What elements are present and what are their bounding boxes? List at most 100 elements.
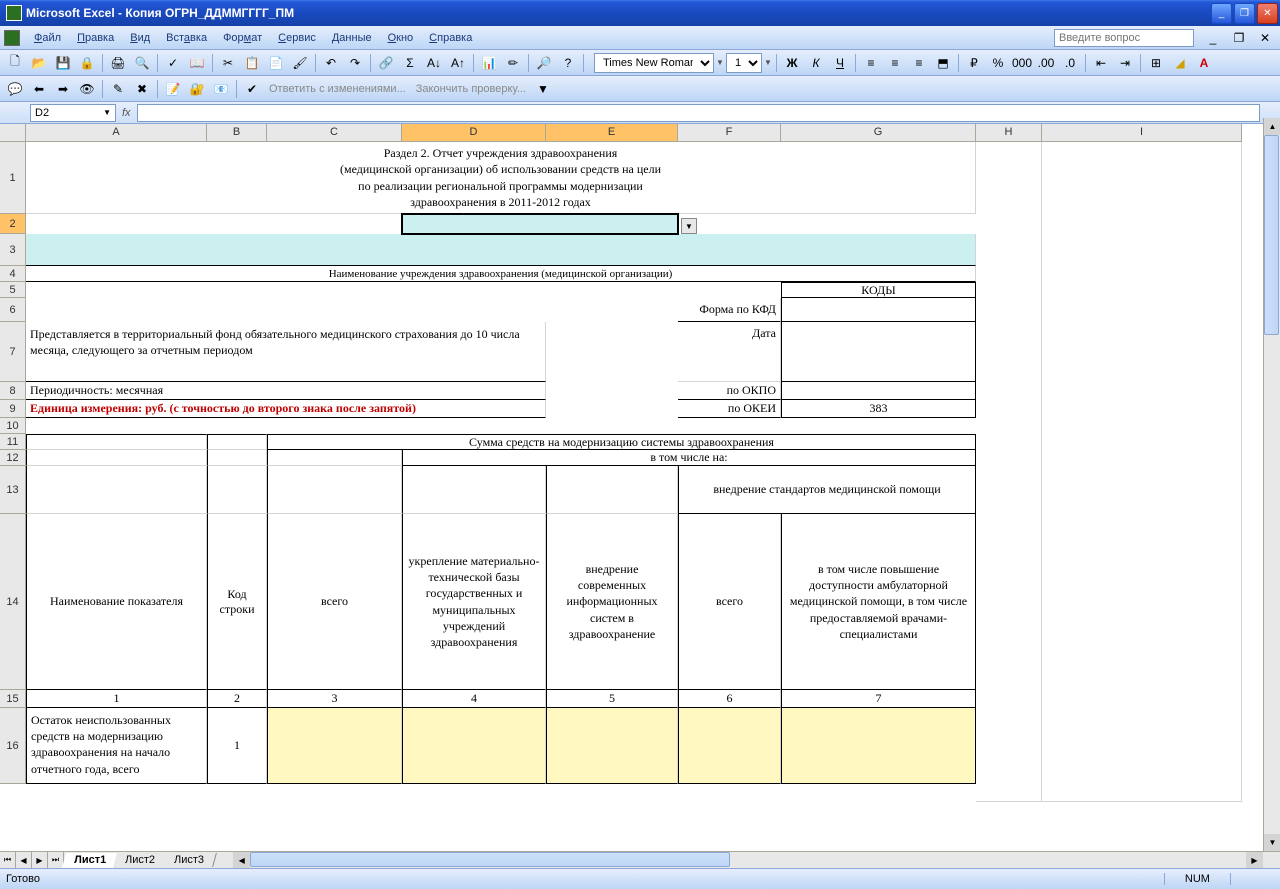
row-header-1[interactable]: 1	[0, 142, 26, 214]
minimize-button[interactable]: _	[1211, 3, 1232, 24]
cell-e13[interactable]	[546, 466, 678, 514]
cell-a11[interactable]	[26, 434, 207, 450]
cell-hdr-f[interactable]: всего	[678, 514, 781, 690]
select-all-corner[interactable]	[0, 124, 26, 142]
col-header-c[interactable]: C	[267, 124, 402, 142]
merge-icon[interactable]: ⬒	[932, 52, 954, 74]
cell-b16[interactable]: 1	[207, 708, 267, 784]
cell-h[interactable]	[976, 142, 1042, 802]
cell-a7[interactable]: Представляется в территориальный фонд об…	[26, 322, 546, 382]
align-left-icon[interactable]: ≡	[860, 52, 882, 74]
borders-icon[interactable]: ⊞	[1145, 52, 1167, 74]
cell-a8[interactable]: Периодичность: месячная	[26, 382, 546, 400]
cell-c12[interactable]	[267, 450, 402, 466]
tab-prev-icon[interactable]: ◀	[16, 852, 32, 868]
row-header-2[interactable]: 2	[0, 214, 26, 234]
paste-icon[interactable]: 📄	[265, 52, 287, 74]
horizontal-scrollbar[interactable]: ◀ ▶	[233, 852, 1263, 869]
row-header-10[interactable]: 10	[0, 418, 26, 434]
row-header-5[interactable]: 5	[0, 282, 26, 298]
name-box[interactable]: D2▼	[30, 104, 116, 122]
menu-window[interactable]: Окно	[380, 30, 422, 46]
cell-f9[interactable]: по ОКЕИ	[678, 400, 781, 418]
redo-icon[interactable]: ↷	[344, 52, 366, 74]
row-header-12[interactable]: 12	[0, 450, 26, 466]
chart-icon[interactable]: 📊	[478, 52, 500, 74]
close-button[interactable]: ✕	[1257, 3, 1278, 24]
cell-num-2[interactable]: 2	[207, 690, 267, 708]
scroll-right-icon[interactable]: ▶	[1246, 852, 1263, 869]
maximize-button[interactable]: ❐	[1234, 3, 1255, 24]
col-header-f[interactable]: F	[678, 124, 781, 142]
underline-icon[interactable]: Ч	[829, 52, 851, 74]
vertical-scrollbar[interactable]: ▲ ▼	[1263, 118, 1280, 851]
cell-dropdown-icon[interactable]: ▼	[681, 218, 697, 234]
col-header-a[interactable]: A	[26, 124, 207, 142]
cell-c13[interactable]	[267, 466, 402, 514]
new-icon[interactable]: 🗋	[4, 52, 26, 74]
permission-icon[interactable]: 🔒	[76, 52, 98, 74]
cell-a16[interactable]: Остаток неиспользованных средств на моде…	[26, 708, 207, 784]
row-header-9[interactable]: 9	[0, 400, 26, 418]
fx-icon[interactable]: fx	[122, 107, 131, 119]
increase-indent-icon[interactable]: ⇥	[1114, 52, 1136, 74]
cell-num-5[interactable]: 5	[546, 690, 678, 708]
row-header-15[interactable]: 15	[0, 690, 26, 708]
comma-icon[interactable]: 000	[1011, 52, 1033, 74]
cell-hdr-sum[interactable]: Сумма средств на модернизацию системы зд…	[267, 434, 976, 450]
cell-b13[interactable]	[207, 466, 267, 514]
cut-icon[interactable]: ✂	[217, 52, 239, 74]
cell-d2[interactable]	[402, 214, 678, 234]
scroll-left-icon[interactable]: ◀	[233, 852, 250, 869]
row-header-4[interactable]: 4	[0, 266, 26, 282]
sort-asc-icon[interactable]: A↓	[423, 52, 445, 74]
scroll-down-icon[interactable]: ▼	[1264, 834, 1280, 851]
share-icon[interactable]: 📧	[210, 78, 232, 100]
comment-next-icon[interactable]: ➡	[52, 78, 74, 100]
font-color-icon[interactable]: A	[1193, 52, 1215, 74]
protect-icon[interactable]: 🔐	[186, 78, 208, 100]
ink-icon[interactable]: ✎	[107, 78, 129, 100]
print-icon[interactable]: 🖨	[107, 52, 129, 74]
col-header-b[interactable]: B	[207, 124, 267, 142]
menu-data[interactable]: Данные	[324, 30, 380, 46]
app-menu-icon[interactable]	[4, 30, 20, 46]
cell-a3[interactable]	[26, 234, 976, 266]
sheet-tab-3[interactable]: Лист3	[162, 853, 217, 867]
hscroll-thumb[interactable]	[250, 852, 730, 867]
decrease-indent-icon[interactable]: ⇤	[1090, 52, 1112, 74]
font-name-combo[interactable]: Times New Roman	[594, 53, 714, 73]
cell-hdr-c[interactable]: всего	[267, 514, 402, 690]
col-header-i[interactable]: I	[1042, 124, 1242, 142]
cell-a12[interactable]	[26, 450, 207, 466]
cell-i[interactable]	[1042, 142, 1242, 802]
end-review-button[interactable]: Закончить проверку...	[412, 83, 530, 95]
cell-b12[interactable]	[207, 450, 267, 466]
cell-num-1[interactable]: 1	[26, 690, 207, 708]
cell-d13[interactable]	[402, 466, 546, 514]
row-header-7[interactable]: 7	[0, 322, 26, 382]
research-icon[interactable]: 📖	[186, 52, 208, 74]
help-icon[interactable]: ?	[557, 52, 579, 74]
align-center-icon[interactable]: ≡	[884, 52, 906, 74]
toolbar-options-icon[interactable]: ▼	[532, 78, 554, 100]
copy-icon[interactable]: 📋	[241, 52, 263, 74]
cell-num-4[interactable]: 4	[402, 690, 546, 708]
col-header-e[interactable]: E	[546, 124, 678, 142]
row-header-11[interactable]: 11	[0, 434, 26, 450]
spreadsheet-grid[interactable]: ABCDEFGHI 12345678910111213141516 Раздел…	[0, 124, 1280, 857]
align-right-icon[interactable]: ≡	[908, 52, 930, 74]
menu-help[interactable]: Справка	[421, 30, 480, 46]
cell-hdr-incl[interactable]: в том числе на:	[402, 450, 976, 466]
row-header-14[interactable]: 14	[0, 514, 26, 690]
autosum-icon[interactable]: Σ	[399, 52, 421, 74]
menu-edit[interactable]: Правка	[69, 30, 122, 46]
cell-d16[interactable]	[402, 708, 546, 784]
cell-f8[interactable]: по ОКПО	[678, 382, 781, 400]
save-icon[interactable]: 💾	[52, 52, 74, 74]
sort-desc-icon[interactable]: A↑	[447, 52, 469, 74]
scroll-up-icon[interactable]: ▲	[1264, 118, 1280, 135]
cell-g8[interactable]	[781, 382, 976, 400]
increase-decimal-icon[interactable]: .00	[1035, 52, 1057, 74]
tab-next-icon[interactable]: ▶	[32, 852, 48, 868]
